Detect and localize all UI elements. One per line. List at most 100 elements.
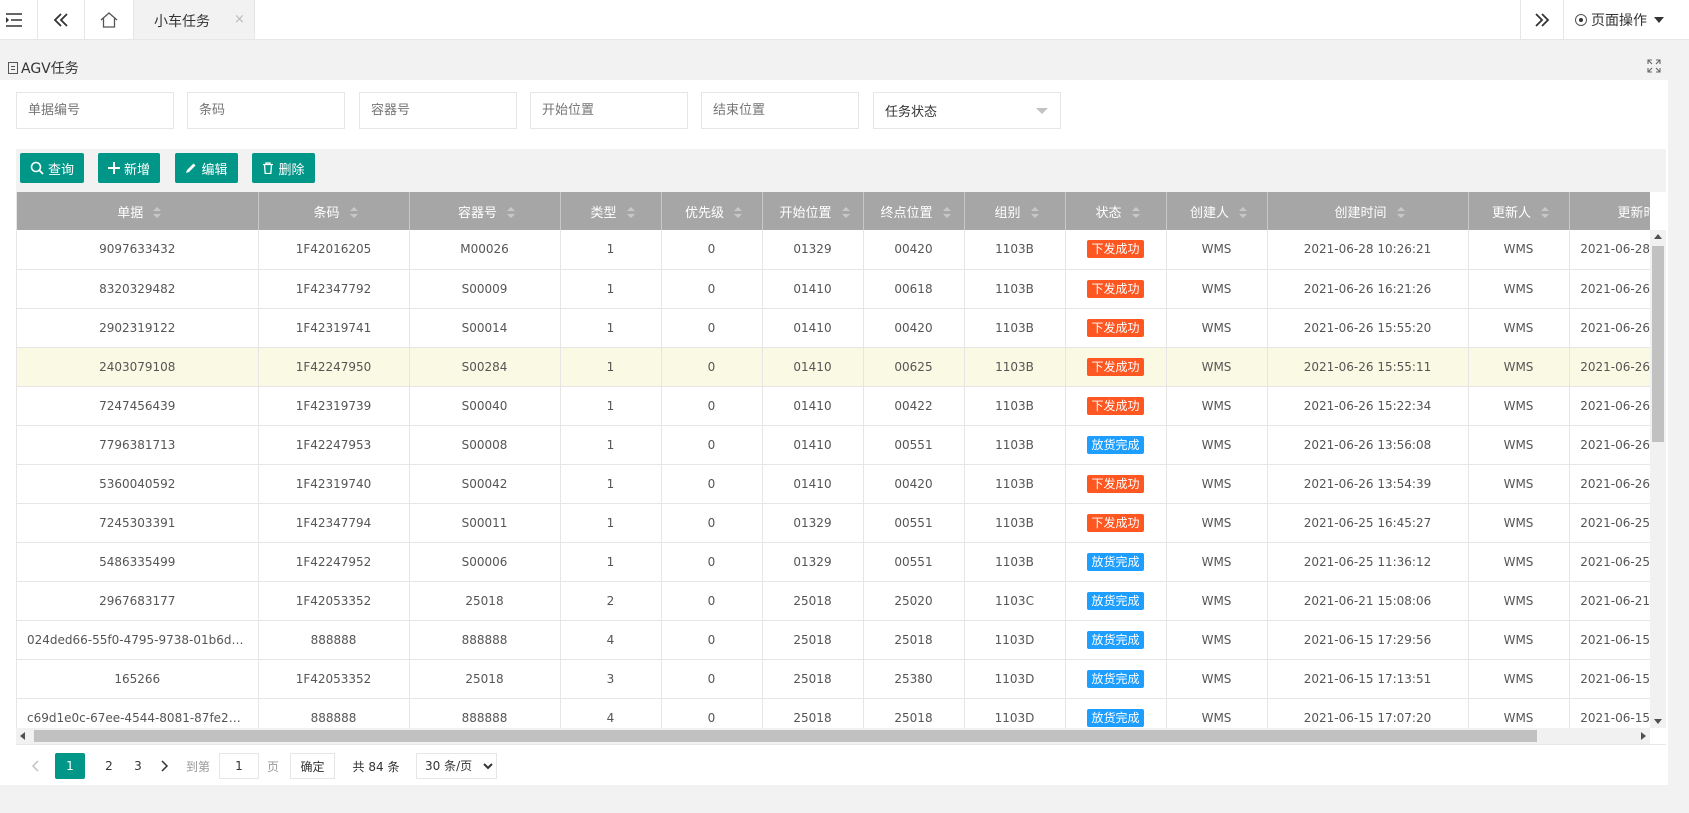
home-icon[interactable] — [85, 0, 133, 39]
table-cell: WMS — [1468, 503, 1570, 543]
page-3[interactable]: 3 — [130, 753, 146, 779]
tab-agv-task[interactable]: 小车任务 × — [133, 0, 255, 39]
table-cell: WMS — [1166, 698, 1268, 728]
table-cell: 2021-06-26 16:21:26 — [1569, 269, 1650, 309]
table-row[interactable]: 5486335499 1F42247952 S00006 1 0 01329 00551 11… — [17, 542, 1650, 582]
table-row[interactable]: c69d1e0c-67ee-4544-8081-87fe27fc… 888888 8… — [17, 698, 1650, 728]
table-cell: 0 — [661, 464, 763, 504]
table-cell: 1F42347792 — [258, 269, 410, 309]
column-header-label: 终点位置 — [880, 205, 933, 221]
scrollbar-thumb[interactable] — [34, 730, 1537, 742]
table-cell: 0 — [661, 230, 763, 270]
close-icon[interactable]: × — [234, 12, 245, 27]
table-cell: 0 — [661, 308, 763, 348]
table-cell: WMS — [1166, 230, 1268, 270]
table-cell: WMS — [1468, 269, 1570, 309]
table-row[interactable]: 024ded66-55f0-4795-9738-01b6d1b… 888888 88… — [17, 620, 1650, 660]
bill-no-input[interactable] — [16, 92, 174, 129]
table-cell: 01329 — [762, 230, 864, 270]
column-header[interactable]: 更新时 — [1569, 192, 1650, 230]
table-cell: WMS — [1468, 542, 1570, 582]
column-header[interactable]: 组别 — [964, 192, 1066, 230]
column-header[interactable]: 条码 — [258, 192, 410, 230]
page-size-select[interactable]: 30 条/页 — [416, 753, 497, 779]
vertical-scrollbar[interactable] — [1650, 230, 1666, 728]
table-cell: S00011 — [409, 503, 561, 543]
column-header[interactable]: 创建人 — [1166, 192, 1268, 230]
table-row[interactable]: 165266 1F42053352 25018 3 0 25018 25380 1103D 放货… — [17, 659, 1650, 699]
column-header[interactable]: 创建时间 — [1267, 192, 1469, 230]
status-badge: 放货完成 — [1087, 708, 1144, 727]
column-header[interactable]: 优先级 — [661, 192, 763, 230]
table-cell: 2021-06-21 15:08:06 — [1267, 581, 1469, 621]
add-button[interactable]: 新增 — [98, 153, 160, 183]
confirm-button[interactable]: 确定 — [290, 753, 335, 779]
table-cell: S00040 — [409, 386, 561, 426]
column-header[interactable]: 状态 — [1065, 192, 1167, 230]
table-row[interactable]: 7245303391 1F42347794 S00011 1 0 01329 00551 11… — [17, 503, 1650, 543]
task-status-select[interactable]: 任务状态 — [873, 92, 1061, 129]
scroll-right-icon[interactable] — [1641, 732, 1646, 740]
table-cell: 1F42053352 — [258, 659, 410, 699]
table-row[interactable]: 9097633432 1F42016205 M00026 1 0 01329 00420 11… — [17, 230, 1650, 270]
scrollbar-thumb[interactable] — [1652, 246, 1664, 442]
double-chevron-right-icon[interactable] — [1521, 0, 1563, 39]
status-badge: 放货完成 — [1087, 591, 1144, 610]
table-row[interactable]: 5360040592 1F42319740 S00042 1 0 01410 00420 11… — [17, 464, 1650, 504]
menu-icon[interactable] — [0, 0, 28, 39]
table-cell: WMS — [1468, 230, 1570, 270]
table-cell: 2902319122 — [17, 308, 259, 348]
table-cell: S00042 — [409, 464, 561, 504]
table-row[interactable]: 7247456439 1F42319739 S00040 1 0 01410 00422 11… — [17, 386, 1650, 426]
table-row[interactable]: 7796381713 1F42247953 S00008 1 0 01410 00551 11… — [17, 425, 1650, 465]
table-row[interactable]: 2902319122 1F42319741 S00014 1 0 01410 00420 11… — [17, 308, 1650, 348]
scroll-left-icon[interactable] — [20, 732, 25, 740]
table-cell: 0 — [661, 386, 763, 426]
table-cell: 1103B — [964, 503, 1066, 543]
barcode-input[interactable] — [187, 92, 345, 129]
status-badge: 下发成功 — [1087, 357, 1144, 376]
start-position-input[interactable] — [530, 92, 688, 129]
column-header-label: 开始位置 — [779, 205, 832, 221]
goto-page-input[interactable] — [219, 753, 259, 779]
table-cell: 2021-06-26 15:55:11 — [1569, 347, 1650, 387]
table-cell: WMS — [1468, 581, 1570, 621]
edit-button[interactable]: 编辑 — [175, 153, 238, 183]
table-cell: 1F42247952 — [258, 542, 410, 582]
page-operations-menu[interactable]: 页面操作 — [1575, 0, 1664, 39]
task-status-value: 任务状态 — [885, 105, 938, 120]
table-row[interactable]: 2403079108 1F42247950 S00284 1 0 01410 00625 11… — [17, 347, 1650, 387]
table-row[interactable]: 2967683177 1F42053352 25018 2 0 25018 25020 110… — [17, 581, 1650, 621]
column-header[interactable]: 终点位置 — [863, 192, 965, 230]
table-row[interactable]: 8320329482 1F42347792 S00009 1 0 01410 00618 11… — [17, 269, 1650, 309]
column-header[interactable]: 容器号 — [409, 192, 561, 230]
table-cell: 0 — [661, 620, 763, 660]
column-header-label: 状态 — [1095, 205, 1122, 221]
query-button[interactable]: 查询 — [20, 153, 84, 183]
horizontal-scrollbar[interactable] — [16, 728, 1650, 744]
status-badge: 放货完成 — [1087, 435, 1144, 454]
double-chevron-left-icon[interactable] — [38, 0, 84, 39]
end-position-input[interactable] — [701, 92, 859, 129]
column-header[interactable]: 开始位置 — [762, 192, 864, 230]
table-cell: 2021-06-28 10:26:21 — [1267, 230, 1469, 270]
table-cell: 下发成功 — [1065, 308, 1167, 348]
column-header[interactable]: 类型 — [560, 192, 662, 230]
top-bar: 小车任务 × 页面操作 — [0, 0, 1689, 40]
page-2[interactable]: 2 — [101, 753, 117, 779]
table-cell: 25018 — [762, 659, 864, 699]
column-header[interactable]: 单据 — [17, 192, 259, 230]
prev-page-icon[interactable] — [28, 753, 42, 779]
page-1[interactable]: 1 — [55, 753, 85, 779]
column-header[interactable]: 更新人 — [1468, 192, 1570, 230]
table-cell: WMS — [1468, 425, 1570, 465]
delete-button[interactable]: 删除 — [252, 153, 315, 183]
total-count: 共 84 条 — [352, 759, 400, 774]
fullscreen-icon[interactable] — [1647, 59, 1661, 76]
scroll-down-icon[interactable] — [1654, 719, 1662, 724]
table-cell: WMS — [1166, 347, 1268, 387]
next-page-icon[interactable] — [158, 753, 172, 779]
scroll-up-icon[interactable] — [1654, 234, 1662, 239]
container-input[interactable] — [359, 92, 517, 129]
table-cell: 1103B — [964, 347, 1066, 387]
